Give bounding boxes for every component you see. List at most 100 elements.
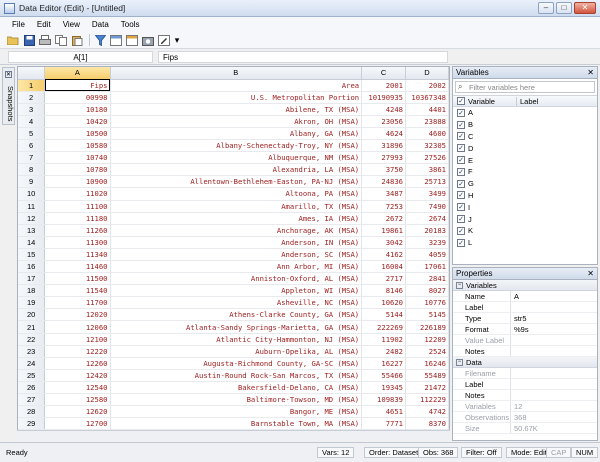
- row-number[interactable]: 2: [18, 91, 46, 104]
- property-row[interactable]: Size 50.67K: [453, 423, 597, 434]
- data-grid[interactable]: A B C D 1 Fips Area 2001 2002 2 00998 U.S. Metr…: [17, 66, 450, 441]
- cell-b[interactable]: Bakersfield-Delano, CA (MSA): [110, 381, 363, 395]
- cell-c[interactable]: 24836: [361, 175, 407, 189]
- cell-a[interactable]: 11300: [44, 236, 111, 249]
- cell-d[interactable]: 16246: [405, 357, 449, 370]
- variable-checkbox[interactable]: ✓: [457, 191, 465, 200]
- row-number[interactable]: 20: [18, 308, 46, 322]
- cell-b[interactable]: Athens-Clarke County, GA (MSA): [110, 308, 363, 322]
- variables-icon[interactable]: [109, 34, 123, 47]
- cell-a[interactable]: 12260: [44, 357, 111, 370]
- cell-a[interactable]: 12700: [44, 417, 111, 431]
- cell-a[interactable]: 12620: [44, 405, 111, 419]
- cell-d[interactable]: 3861: [405, 163, 449, 177]
- cell-c[interactable]: 27993: [361, 151, 407, 165]
- cell-a[interactable]: 10900: [44, 175, 111, 189]
- cell-c[interactable]: 7771: [361, 417, 407, 431]
- column-header-c[interactable]: C: [361, 67, 407, 80]
- property-row[interactable]: Filename: [453, 368, 597, 379]
- cell-a[interactable]: 11700: [44, 296, 111, 310]
- cell-b[interactable]: Anchorage, AK (MSA): [110, 224, 363, 237]
- property-value[interactable]: [511, 390, 514, 400]
- cell-a[interactable]: 11100: [44, 200, 111, 213]
- cell-a[interactable]: 12060: [44, 320, 111, 334]
- cell-a[interactable]: 10740: [44, 151, 111, 165]
- menu-edit[interactable]: Edit: [31, 20, 57, 29]
- cell-d[interactable]: 8370: [405, 417, 449, 431]
- row-number[interactable]: 15: [18, 248, 46, 262]
- property-value[interactable]: 12: [511, 401, 522, 411]
- property-value[interactable]: [511, 302, 514, 312]
- cell-c[interactable]: 8146: [361, 284, 407, 298]
- cell-c[interactable]: 11902: [361, 333, 407, 346]
- property-row[interactable]: Label: [453, 302, 597, 313]
- paste-icon[interactable]: [70, 34, 84, 47]
- row-number[interactable]: 17: [18, 272, 46, 286]
- cell-a[interactable]: 11340: [44, 248, 111, 262]
- cell-c[interactable]: 16004: [361, 260, 407, 274]
- variable-item[interactable]: ✓ K: [453, 225, 597, 237]
- collapse-icon[interactable]: −: [456, 358, 463, 366]
- cell-b[interactable]: Abilene, TX (MSA): [110, 103, 363, 116]
- cell-a[interactable]: 10420: [44, 115, 111, 128]
- corner-cell[interactable]: [18, 67, 46, 80]
- close-button[interactable]: ✕: [574, 2, 596, 14]
- row-number[interactable]: 23: [18, 345, 46, 358]
- cell-b[interactable]: Appleton, WI (MSA): [110, 284, 363, 298]
- cell-c[interactable]: 23056: [361, 115, 407, 128]
- property-row[interactable]: Observations 368: [453, 412, 597, 423]
- property-row[interactable]: Notes: [453, 390, 597, 401]
- variable-checkbox[interactable]: ✓: [457, 167, 465, 176]
- cell-d[interactable]: 5145: [405, 308, 449, 322]
- variable-checkbox[interactable]: ✓: [457, 226, 465, 235]
- menu-file[interactable]: File: [6, 20, 31, 29]
- cell-a[interactable]: 12220: [44, 345, 111, 358]
- column-header-d[interactable]: D: [405, 67, 449, 80]
- cell-d[interactable]: 10776: [405, 296, 449, 310]
- variable-item[interactable]: ✓ E: [453, 154, 597, 166]
- edit-mode-icon[interactable]: [157, 34, 171, 47]
- property-row[interactable]: Format %9s: [453, 324, 597, 335]
- variable-item[interactable]: ✓ C: [453, 131, 597, 143]
- variable-checkbox[interactable]: ✓: [457, 238, 465, 247]
- cell-d[interactable]: 4742: [405, 405, 449, 419]
- cell-a[interactable]: 11260: [44, 224, 111, 237]
- minimize-button[interactable]: –: [538, 2, 554, 14]
- property-value[interactable]: [511, 379, 514, 389]
- cell-a[interactable]: 12020: [44, 308, 111, 322]
- cell-d[interactable]: 2674: [405, 212, 449, 225]
- cell-b[interactable]: Bangor, ME (MSA): [110, 405, 363, 419]
- cell-d[interactable]: 7490: [405, 200, 449, 213]
- property-row[interactable]: Label: [453, 379, 597, 390]
- cell-c[interactable]: 55466: [361, 369, 407, 382]
- row-number[interactable]: 6: [18, 139, 46, 153]
- cell-a[interactable]: 10500: [44, 127, 111, 141]
- cell-d[interactable]: 3239: [405, 236, 449, 249]
- cell-b[interactable]: Albany-Schenectady-Troy, NY (MSA): [110, 139, 363, 153]
- property-value[interactable]: A: [511, 291, 519, 301]
- cell-c[interactable]: 31896: [361, 139, 407, 153]
- property-value[interactable]: 368: [511, 412, 527, 422]
- cell-b[interactable]: Barnstable Town, MA (MSA): [110, 417, 363, 431]
- row-number[interactable]: 16: [18, 260, 46, 274]
- cell-a[interactable]: 12100: [44, 333, 111, 346]
- snapshot-icon[interactable]: [141, 34, 155, 47]
- cell-a[interactable]: Fips: [44, 79, 111, 92]
- cell-c[interactable]: 4624: [361, 127, 407, 141]
- cell-d[interactable]: 20183: [405, 224, 449, 237]
- row-number[interactable]: 27: [18, 393, 46, 407]
- cell-b[interactable]: Augusta-Richmond County, GA-SC (MSA): [110, 357, 363, 370]
- variables-panel-close-icon[interactable]: ✕: [587, 67, 594, 79]
- menu-tools[interactable]: Tools: [115, 20, 146, 29]
- cell-b[interactable]: Anniston-Oxford, AL (MSA): [110, 272, 363, 286]
- row-number[interactable]: 18: [18, 284, 46, 298]
- row-number[interactable]: 3: [18, 103, 46, 116]
- property-row[interactable]: Value Label: [453, 335, 597, 346]
- cell-b[interactable]: Alexandria, LA (MSA): [110, 163, 363, 177]
- row-number[interactable]: 4: [18, 115, 46, 128]
- property-value[interactable]: 50.67K: [511, 423, 538, 433]
- row-number[interactable]: 7: [18, 151, 46, 165]
- row-number[interactable]: 9: [18, 175, 46, 189]
- cell-b[interactable]: Ann Arbor, MI (MSA): [110, 260, 363, 274]
- filter-icon[interactable]: [93, 34, 107, 47]
